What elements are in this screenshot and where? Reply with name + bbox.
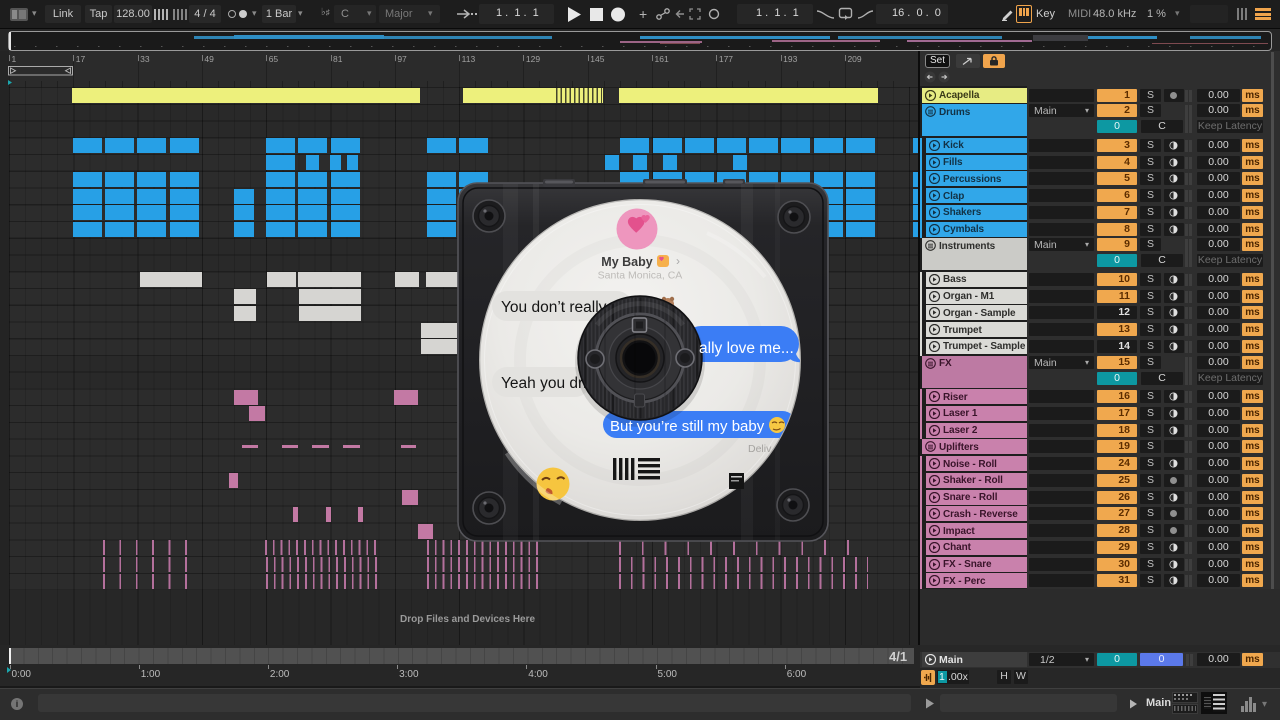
svg-text:My Baby: My Baby — [601, 255, 652, 269]
svg-text:ally love me...: ally love me... — [699, 340, 794, 357]
svg-text:Santa Monica, CA: Santa Monica, CA — [598, 270, 683, 282]
svg-text:But you’re still my baby: But you’re still my baby — [610, 418, 765, 435]
svg-text:Deliv: Deliv — [748, 443, 772, 455]
svg-text:›: › — [676, 254, 680, 268]
